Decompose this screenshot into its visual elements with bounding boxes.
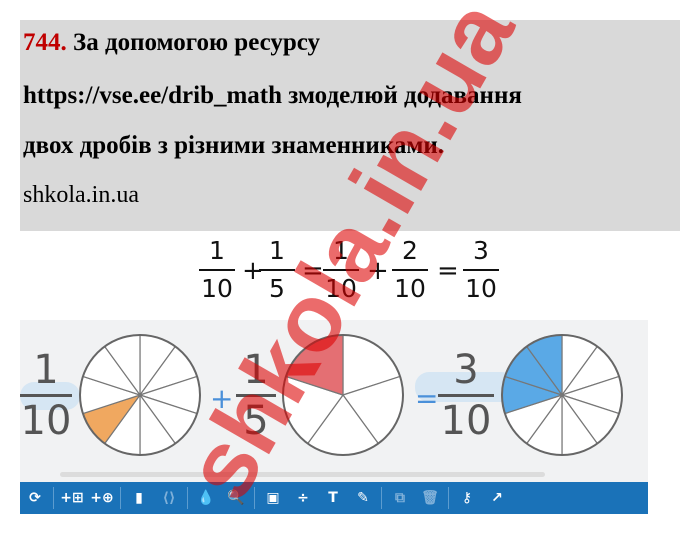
- horizontal-scrollbar[interactable]: [60, 472, 545, 477]
- color-block-icon[interactable]: ▮: [124, 482, 154, 514]
- fraction-bar: [323, 269, 359, 271]
- task-line-2: https://vse.ee/drib_math змоделюй додава…: [23, 82, 522, 109]
- denominator: 10: [465, 274, 497, 303]
- numerator: 1: [243, 347, 269, 393]
- denominator: 10: [201, 274, 233, 303]
- denominator: 5: [243, 398, 269, 444]
- equation: 1 10 + 15 = 1 10 + 2 10 = 3 10: [197, 236, 507, 308]
- task-line-3: двох дробів з різними знаменниками.: [23, 132, 445, 159]
- numerator: 3: [453, 347, 479, 393]
- add-circle-icon[interactable]: +⊕: [87, 482, 117, 514]
- add-grid-icon[interactable]: +⊞: [57, 482, 87, 514]
- equation-fraction: 1 10: [321, 236, 361, 304]
- numerator: 1: [33, 347, 59, 393]
- toolbar-separator: [381, 487, 382, 509]
- toolbar-separator: [187, 487, 188, 509]
- numerator: 1: [333, 236, 349, 265]
- toolbar-separator: [120, 487, 121, 509]
- pie-fifths[interactable]: [278, 330, 408, 460]
- toolbar: ⟳ +⊞ +⊕ ▮ ⟨⟩ 💧 🔍 ▣ ÷ T ✎ ⧉ 🗑 ⚷ ↗: [20, 482, 648, 514]
- fraction-bar: [20, 394, 72, 397]
- equals-sign: =: [415, 382, 439, 415]
- equals-sign: =: [437, 256, 459, 286]
- task-heading: 744. За допомогою ресурсу: [23, 28, 320, 58]
- key-icon[interactable]: ⚷: [452, 482, 482, 514]
- operations-icon[interactable]: ÷: [288, 482, 318, 514]
- denominator: 10: [20, 398, 72, 444]
- equation-fraction: 1 10: [197, 236, 237, 304]
- widget-fraction[interactable]: 3 10: [438, 348, 494, 443]
- refresh-icon[interactable]: ⟳: [20, 482, 50, 514]
- share-icon[interactable]: ↗: [482, 482, 512, 514]
- task-number: 744.: [23, 29, 67, 56]
- fraction-bar: [438, 394, 494, 397]
- denominator: 10: [440, 398, 492, 444]
- pie-tenths-2[interactable]: [497, 330, 627, 460]
- window-icon[interactable]: ▣: [258, 482, 288, 514]
- toolbar-separator: [254, 487, 255, 509]
- fill-drop-icon[interactable]: 💧: [191, 482, 221, 514]
- denominator: 10: [325, 274, 357, 303]
- equation-fraction: 15: [257, 236, 297, 304]
- task-box: 744. За допомогою ресурсу https://vse.ee…: [20, 20, 680, 231]
- denominator: 10: [394, 274, 426, 303]
- fraction-bar: [199, 269, 235, 271]
- fraction-bar: [463, 269, 499, 271]
- numerator: 2: [402, 236, 418, 265]
- pen-icon[interactable]: ✎: [348, 482, 378, 514]
- widget-fraction[interactable]: 1 10: [20, 348, 72, 443]
- trash-icon[interactable]: 🗑: [415, 482, 445, 514]
- numerator: 1: [209, 236, 225, 265]
- equation-fraction: 3 10: [461, 236, 501, 304]
- zoom-icon[interactable]: 🔍: [221, 482, 251, 514]
- source-text: shkola.in.ua: [23, 182, 139, 208]
- numerator: 1: [269, 236, 285, 265]
- text-icon[interactable]: T: [318, 482, 348, 514]
- plus-sign: +: [210, 382, 234, 415]
- fraction-bar: [259, 269, 295, 271]
- numerator: 3: [473, 236, 489, 265]
- denominator: 5: [269, 274, 285, 303]
- widget-fraction[interactable]: 15: [236, 348, 276, 443]
- fraction-bar: [236, 394, 276, 397]
- toolbar-separator: [53, 487, 54, 509]
- task-title: За допомогою ресурсу: [73, 29, 321, 56]
- fraction-bracket-icon[interactable]: ⟨⟩: [154, 482, 184, 514]
- copy-icon[interactable]: ⧉: [385, 482, 415, 514]
- toolbar-separator: [448, 487, 449, 509]
- pie-tenths-1[interactable]: [75, 330, 205, 460]
- fraction-bar: [392, 269, 428, 271]
- plus-sign: +: [367, 256, 389, 286]
- equation-fraction: 2 10: [390, 236, 430, 304]
